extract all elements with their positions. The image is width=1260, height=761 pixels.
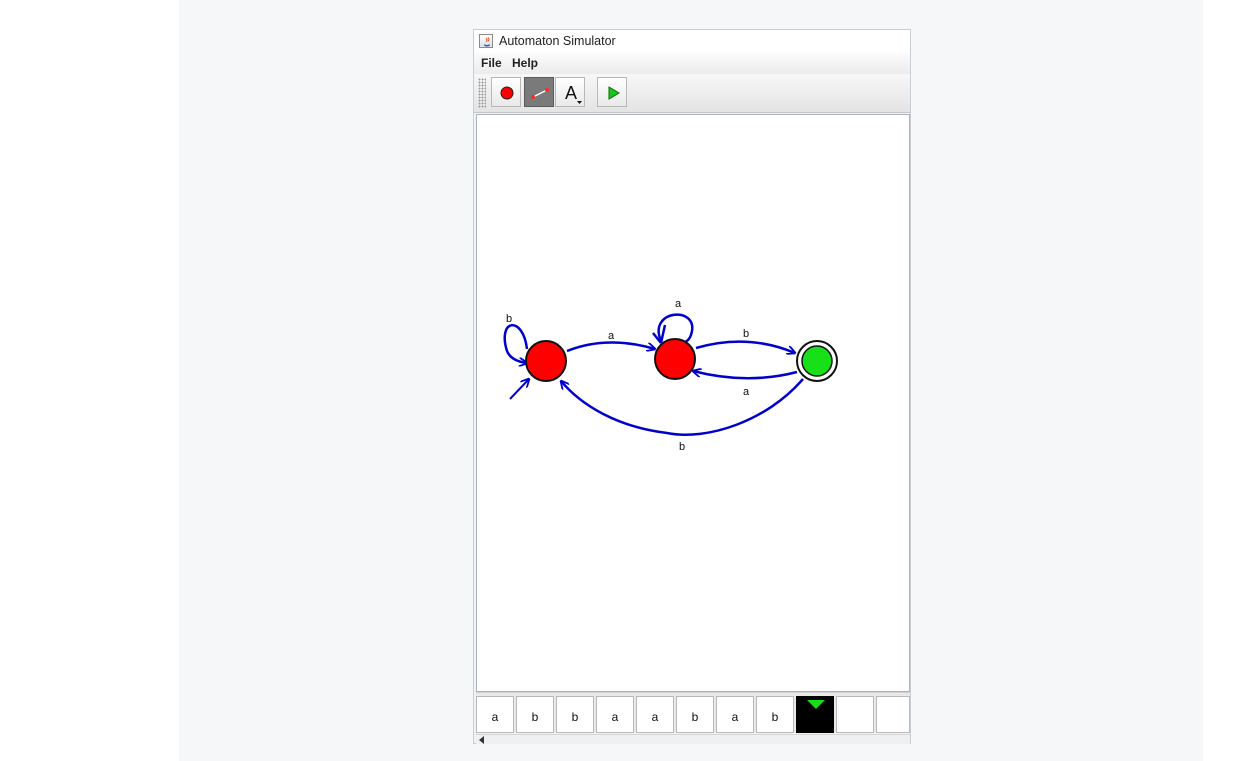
state-q0[interactable] [525,340,567,382]
transition-arrow-icon [531,88,549,99]
automaton-graph: b a a b a b [503,298,838,453]
menu-bar: File Help [474,53,910,74]
red-circle-icon [500,86,514,100]
edge-label-q0-q0: b [506,313,512,325]
toolbar-grip[interactable] [478,78,486,108]
edge-label-q1-q1: a [675,298,682,310]
tape-cell[interactable]: b [756,696,794,733]
edge-label-q2-q1: a [743,386,750,398]
edge-label-q1-q2: b [743,328,749,340]
state-q1[interactable] [654,338,696,380]
input-tape: a b b a a b a b [476,692,910,733]
tape-cell[interactable] [876,696,910,733]
menu-file[interactable]: File [481,56,502,70]
tape-cell[interactable]: a [476,696,514,733]
edge-q0-q0[interactable] [503,324,527,363]
app-window: Automaton Simulator File Help A b a a b … [473,29,911,744]
edge-q1-q2[interactable] [695,340,795,353]
tape-cell[interactable]: a [716,696,754,733]
edge-label-q2-q0: b [679,441,685,453]
tape-cell[interactable]: b [676,696,714,733]
play-icon [608,86,620,100]
edge-q2-q1[interactable] [693,371,798,380]
horizontal-scrollbar[interactable] [476,734,910,744]
automaton-canvas[interactable]: b a a b a b [476,114,910,692]
scroll-left-arrow-icon[interactable] [479,736,484,744]
edge-label-q0-q1: a [608,330,615,342]
start-arrow [509,379,529,400]
tape-cell[interactable]: b [516,696,554,733]
title-bar[interactable]: Automaton Simulator [474,30,910,53]
state-q2-accepting[interactable] [796,340,838,382]
label-tool[interactable]: A [555,77,585,107]
menu-help[interactable]: Help [512,56,538,70]
tape-cell[interactable]: b [556,696,594,733]
window-title: Automaton Simulator [499,34,616,48]
tape-head-cell[interactable] [796,696,834,733]
edge-q0-q1[interactable] [566,341,655,353]
label-tool-glyph: A [565,83,577,103]
text-a-icon: A [565,83,582,104]
edge-q2-q0[interactable] [561,378,804,436]
tape-cell[interactable]: a [596,696,634,733]
run-tool[interactable] [597,77,627,107]
tape-cell[interactable]: a [636,696,674,733]
java-coffee-icon [479,34,493,48]
tape-cell[interactable] [836,696,874,733]
add-state-tool[interactable] [491,77,521,107]
toolbar: A [474,74,910,113]
add-transition-tool[interactable] [524,77,554,107]
tape-head-marker-icon [807,700,825,709]
